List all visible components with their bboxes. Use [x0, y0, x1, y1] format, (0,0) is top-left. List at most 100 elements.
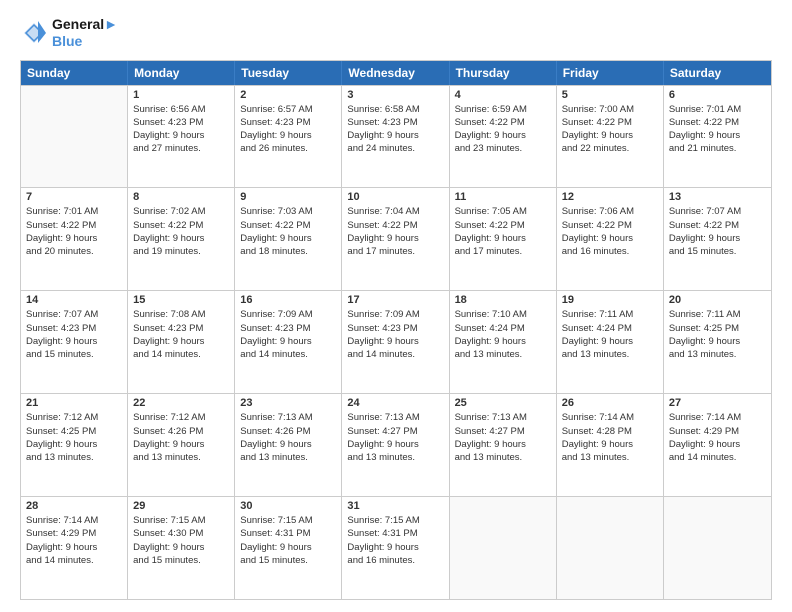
cal-cell-2-3: 17 Sunrise: 7:09 AMSunset: 4:23 PMDayligh…: [342, 291, 449, 393]
logo-text: General► Blue: [52, 16, 118, 50]
day-info: Sunrise: 6:58 AMSunset: 4:23 PMDaylight:…: [347, 103, 443, 156]
day-info: Sunrise: 7:11 AMSunset: 4:25 PMDaylight:…: [669, 308, 766, 361]
cal-cell-1-3: 10Sunrise: 7:04 AMSunset: 4:22 PMDayligh…: [342, 188, 449, 290]
calendar-row-1: 7 Sunrise: 7:01 AMSunset: 4:22 PMDaylight…: [21, 187, 771, 290]
cal-cell-3-4: 25 Sunrise: 7:13 AMSunset: 4:27 PMDayligh…: [450, 394, 557, 496]
cal-cell-0-4: 4Sunrise: 6:59 AMSunset: 4:22 PMDaylight…: [450, 86, 557, 188]
calendar: SundayMondayTuesdayWednesdayThursdayFrid…: [20, 60, 772, 600]
cal-cell-0-0: [21, 86, 128, 188]
day-number: 23: [240, 397, 336, 409]
cal-cell-4-1: 29 Sunrise: 7:15 AMSunset: 4:30 PMDayligh…: [128, 497, 235, 599]
day-info: Sunrise: 7:02 AMSunset: 4:22 PMDaylight:…: [133, 205, 229, 258]
day-info: Sunrise: 7:03 AMSunset: 4:22 PMDaylight:…: [240, 205, 336, 258]
day-info: Sunrise: 7:13 AMSunset: 4:27 PMDaylight:…: [455, 411, 551, 464]
cal-cell-3-5: 26Sunrise: 7:14 AMSunset: 4:28 PMDayligh…: [557, 394, 664, 496]
day-number: 19: [562, 294, 658, 306]
header-cell-sunday: Sunday: [21, 61, 128, 85]
header-cell-friday: Friday: [557, 61, 664, 85]
calendar-body: 1 Sunrise: 6:56 AMSunset: 4:23 PMDaylight…: [21, 85, 771, 599]
cal-cell-1-5: 12Sunrise: 7:06 AMSunset: 4:22 PMDayligh…: [557, 188, 664, 290]
day-number: 21: [26, 397, 122, 409]
day-number: 26: [562, 397, 658, 409]
day-number: 30: [240, 500, 336, 512]
cal-cell-1-6: 13Sunrise: 7:07 AMSunset: 4:22 PMDayligh…: [664, 188, 771, 290]
day-info: Sunrise: 7:13 AMSunset: 4:27 PMDaylight:…: [347, 411, 443, 464]
cal-cell-4-0: 28 Sunrise: 7:14 AMSunset: 4:29 PMDayligh…: [21, 497, 128, 599]
cal-cell-0-1: 1 Sunrise: 6:56 AMSunset: 4:23 PMDaylight…: [128, 86, 235, 188]
day-number: 7: [26, 191, 122, 203]
calendar-row-4: 28 Sunrise: 7:14 AMSunset: 4:29 PMDayligh…: [21, 496, 771, 599]
day-info: Sunrise: 7:14 AMSunset: 4:29 PMDaylight:…: [669, 411, 766, 464]
logo-icon: [20, 19, 48, 47]
cal-cell-3-0: 21 Sunrise: 7:12 AMSunset: 4:25 PMDayligh…: [21, 394, 128, 496]
cal-cell-4-5: [557, 497, 664, 599]
cal-cell-4-6: [664, 497, 771, 599]
cal-cell-2-6: 20 Sunrise: 7:11 AMSunset: 4:25 PMDayligh…: [664, 291, 771, 393]
day-number: 29: [133, 500, 229, 512]
header-cell-tuesday: Tuesday: [235, 61, 342, 85]
page: General► Blue SundayMondayTuesdayWednesd…: [0, 0, 792, 612]
day-info: Sunrise: 7:01 AMSunset: 4:22 PMDaylight:…: [669, 103, 766, 156]
calendar-header: SundayMondayTuesdayWednesdayThursdayFrid…: [21, 61, 771, 85]
day-info: Sunrise: 7:09 AMSunset: 4:23 PMDaylight:…: [347, 308, 443, 361]
day-info: Sunrise: 7:00 AMSunset: 4:22 PMDaylight:…: [562, 103, 658, 156]
day-info: Sunrise: 7:15 AMSunset: 4:31 PMDaylight:…: [347, 514, 443, 567]
day-info: Sunrise: 7:12 AMSunset: 4:25 PMDaylight:…: [26, 411, 122, 464]
day-info: Sunrise: 7:10 AMSunset: 4:24 PMDaylight:…: [455, 308, 551, 361]
cal-cell-2-1: 15 Sunrise: 7:08 AMSunset: 4:23 PMDayligh…: [128, 291, 235, 393]
day-number: 15: [133, 294, 229, 306]
day-info: Sunrise: 7:15 AMSunset: 4:31 PMDaylight:…: [240, 514, 336, 567]
cal-cell-3-3: 24 Sunrise: 7:13 AMSunset: 4:27 PMDayligh…: [342, 394, 449, 496]
day-info: Sunrise: 6:59 AMSunset: 4:22 PMDaylight:…: [455, 103, 551, 156]
day-number: 6: [669, 89, 766, 101]
cal-cell-4-4: [450, 497, 557, 599]
day-number: 18: [455, 294, 551, 306]
day-info: Sunrise: 7:15 AMSunset: 4:30 PMDaylight:…: [133, 514, 229, 567]
day-number: 8: [133, 191, 229, 203]
cal-cell-4-3: 31 Sunrise: 7:15 AMSunset: 4:31 PMDayligh…: [342, 497, 449, 599]
cal-cell-2-0: 14Sunrise: 7:07 AMSunset: 4:23 PMDayligh…: [21, 291, 128, 393]
day-info: Sunrise: 7:13 AMSunset: 4:26 PMDaylight:…: [240, 411, 336, 464]
cal-cell-0-6: 6 Sunrise: 7:01 AMSunset: 4:22 PMDaylight…: [664, 86, 771, 188]
cal-cell-1-0: 7 Sunrise: 7:01 AMSunset: 4:22 PMDaylight…: [21, 188, 128, 290]
cal-cell-3-1: 22Sunrise: 7:12 AMSunset: 4:26 PMDayligh…: [128, 394, 235, 496]
day-number: 31: [347, 500, 443, 512]
day-number: 3: [347, 89, 443, 101]
day-info: Sunrise: 7:14 AMSunset: 4:29 PMDaylight:…: [26, 514, 122, 567]
day-number: 14: [26, 294, 122, 306]
day-info: Sunrise: 7:05 AMSunset: 4:22 PMDaylight:…: [455, 205, 551, 258]
header-cell-thursday: Thursday: [450, 61, 557, 85]
day-info: Sunrise: 7:07 AMSunset: 4:22 PMDaylight:…: [669, 205, 766, 258]
cal-cell-1-2: 9 Sunrise: 7:03 AMSunset: 4:22 PMDaylight…: [235, 188, 342, 290]
cal-cell-3-6: 27Sunrise: 7:14 AMSunset: 4:29 PMDayligh…: [664, 394, 771, 496]
day-info: Sunrise: 7:06 AMSunset: 4:22 PMDaylight:…: [562, 205, 658, 258]
day-number: 25: [455, 397, 551, 409]
cal-cell-0-2: 2Sunrise: 6:57 AMSunset: 4:23 PMDaylight…: [235, 86, 342, 188]
day-info: Sunrise: 6:57 AMSunset: 4:23 PMDaylight:…: [240, 103, 336, 156]
cal-cell-0-5: 5 Sunrise: 7:00 AMSunset: 4:22 PMDaylight…: [557, 86, 664, 188]
day-number: 24: [347, 397, 443, 409]
day-number: 1: [133, 89, 229, 101]
cal-cell-0-3: 3 Sunrise: 6:58 AMSunset: 4:23 PMDaylight…: [342, 86, 449, 188]
header-cell-saturday: Saturday: [664, 61, 771, 85]
day-number: 28: [26, 500, 122, 512]
calendar-row-0: 1 Sunrise: 6:56 AMSunset: 4:23 PMDaylight…: [21, 85, 771, 188]
calendar-row-2: 14Sunrise: 7:07 AMSunset: 4:23 PMDayligh…: [21, 290, 771, 393]
day-info: Sunrise: 6:56 AMSunset: 4:23 PMDaylight:…: [133, 103, 229, 156]
cal-cell-1-1: 8 Sunrise: 7:02 AMSunset: 4:22 PMDaylight…: [128, 188, 235, 290]
calendar-row-3: 21 Sunrise: 7:12 AMSunset: 4:25 PMDayligh…: [21, 393, 771, 496]
cal-cell-1-4: 11 Sunrise: 7:05 AMSunset: 4:22 PMDayligh…: [450, 188, 557, 290]
day-number: 9: [240, 191, 336, 203]
cal-cell-2-5: 19Sunrise: 7:11 AMSunset: 4:24 PMDayligh…: [557, 291, 664, 393]
day-info: Sunrise: 7:09 AMSunset: 4:23 PMDaylight:…: [240, 308, 336, 361]
cal-cell-2-2: 16Sunrise: 7:09 AMSunset: 4:23 PMDayligh…: [235, 291, 342, 393]
day-number: 5: [562, 89, 658, 101]
day-info: Sunrise: 7:01 AMSunset: 4:22 PMDaylight:…: [26, 205, 122, 258]
cal-cell-2-4: 18 Sunrise: 7:10 AMSunset: 4:24 PMDayligh…: [450, 291, 557, 393]
day-info: Sunrise: 7:04 AMSunset: 4:22 PMDaylight:…: [347, 205, 443, 258]
day-info: Sunrise: 7:08 AMSunset: 4:23 PMDaylight:…: [133, 308, 229, 361]
cal-cell-4-2: 30 Sunrise: 7:15 AMSunset: 4:31 PMDayligh…: [235, 497, 342, 599]
day-number: 20: [669, 294, 766, 306]
day-number: 11: [455, 191, 551, 203]
day-number: 17: [347, 294, 443, 306]
